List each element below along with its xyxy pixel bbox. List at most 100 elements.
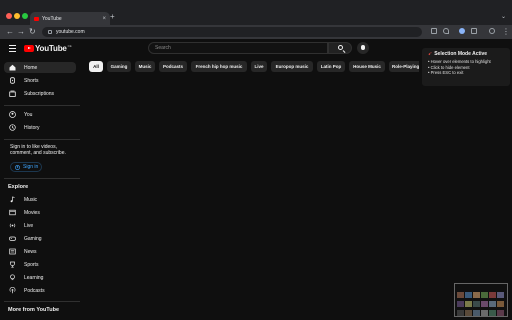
more-from-youtube-heading: More from YouTube: [8, 307, 60, 313]
news-icon: [9, 248, 16, 255]
screenshot-thumbnail[interactable]: [454, 283, 508, 317]
sidebar-item-label: Learning: [24, 274, 44, 281]
podcasts-icon: [9, 287, 16, 294]
chip-house-music[interactable]: House Music: [349, 61, 385, 72]
explore-heading: Explore: [8, 184, 29, 190]
browser-menu-icon[interactable]: ⋮: [502, 26, 510, 38]
sidebar-item-label: Subscriptions: [24, 90, 55, 97]
guide-menu-icon[interactable]: [9, 45, 16, 52]
sidebar-item-learning[interactable]: Learning: [4, 272, 76, 283]
sidebar-item-label: Sports: [24, 261, 39, 268]
sidebar-item-label: You: [24, 111, 33, 118]
sidebar-item-movies[interactable]: Movies: [4, 207, 76, 218]
site-info-icon[interactable]: [48, 30, 52, 34]
sidebar-item-music[interactable]: Music: [4, 194, 76, 205]
sidebar-divider: [4, 105, 80, 106]
tab-title: YouTube: [42, 15, 62, 22]
category-chips: All Gaming Music Podcasts French hip hop…: [89, 61, 419, 73]
chip-french-hip-hop-music[interactable]: French hip hop music: [191, 61, 247, 72]
address-bar[interactable]: youtube.com: [42, 27, 422, 37]
sidebar-divider: [4, 301, 80, 302]
signin-button[interactable]: Sign in: [10, 162, 42, 172]
tab-search-icon[interactable]: ⌄: [501, 13, 506, 20]
movies-icon: [9, 209, 16, 216]
shorts-icon: [9, 77, 16, 84]
you-icon: [9, 111, 16, 118]
extensions-puzzle-icon[interactable]: [471, 28, 477, 34]
extension-icon[interactable]: [459, 28, 465, 34]
chip-role-playing-games[interactable]: Role-Playing Games: [389, 61, 419, 72]
sidebar-item-history[interactable]: History: [4, 122, 76, 133]
chip-gaming[interactable]: Gaming: [107, 61, 131, 72]
cast-icon[interactable]: [431, 28, 437, 34]
sidebar-item-label: Movies: [24, 209, 40, 216]
sidebar-item-gaming[interactable]: Gaming: [4, 233, 76, 244]
youtube-favicon-icon: [34, 16, 39, 21]
chip-all[interactable]: All: [89, 61, 103, 72]
sidebar-item-label: Shorts: [24, 77, 39, 84]
sidebar-item-news[interactable]: News: [4, 246, 76, 257]
search-icon: [338, 45, 343, 50]
selection-mode-title: ➹ Selection Mode Active: [428, 51, 504, 57]
tab-close-icon[interactable]: ×: [102, 16, 106, 22]
minimize-window-button[interactable]: [14, 13, 20, 19]
sidebar-item-subscriptions[interactable]: Subscriptions: [4, 88, 76, 99]
sidebar-divider: [4, 139, 80, 140]
selection-mode-title-text: Selection Mode Active: [434, 51, 488, 57]
bookmark-star-icon[interactable]: [443, 28, 449, 34]
target-icon: ➹: [428, 51, 433, 57]
chip-podcasts[interactable]: Podcasts: [159, 61, 187, 72]
browser-toolbar: ← → ↻ youtube.com ⋮: [0, 25, 512, 39]
account-icon: [15, 164, 20, 170]
chip-music[interactable]: Music: [135, 61, 155, 72]
logo-text: YouTube: [35, 44, 67, 53]
sidebar-item-podcasts[interactable]: Podcasts: [4, 285, 76, 296]
search-button[interactable]: [328, 42, 352, 54]
new-tab-button[interactable]: +: [110, 12, 115, 22]
sidebar-item-label: Home: [24, 64, 38, 71]
sidebar-item-label: Music: [24, 196, 38, 203]
chip-europop-music[interactable]: Europop music: [271, 61, 313, 72]
youtube-logo[interactable]: YouTube DE: [24, 44, 72, 53]
sidebar-item-home[interactable]: Home: [4, 62, 76, 73]
sidebar-item-label: Podcasts: [24, 287, 45, 294]
close-window-button[interactable]: [6, 13, 12, 19]
back-button[interactable]: ←: [6, 26, 14, 38]
sidebar-item-label: News: [24, 248, 37, 255]
selection-mode-panel: ➹ Selection Mode Active • Hover over ele…: [422, 48, 510, 86]
search-placeholder: Search: [155, 45, 171, 51]
sidebar-item-you[interactable]: You: [4, 109, 76, 120]
signin-label: Sign in: [23, 164, 39, 170]
youtube-play-icon: [24, 45, 34, 52]
sidebar: Home Shorts Subscriptions You History Si…: [0, 59, 84, 320]
history-icon: [9, 124, 16, 131]
maximize-window-button[interactable]: [22, 13, 28, 19]
chip-latin-pop[interactable]: Latin Pop: [317, 61, 345, 72]
sidebar-item-live[interactable]: Live: [4, 220, 76, 231]
sidebar-item-label: History: [24, 124, 40, 131]
reload-button[interactable]: ↻: [29, 26, 36, 38]
search-input[interactable]: Search: [148, 42, 328, 54]
address-url: youtube.com: [56, 29, 85, 35]
gaming-icon: [9, 235, 16, 242]
sidebar-item-sports[interactable]: Sports: [4, 259, 76, 270]
home-icon: [9, 64, 16, 71]
subscriptions-icon: [9, 90, 16, 97]
sidebar-item-label: Live: [24, 222, 34, 229]
browser-tab-strip: YouTube × + ⌄: [0, 0, 512, 25]
signin-prompt: Sign in to like videos, comment, and sub…: [10, 144, 66, 156]
live-icon: [9, 222, 16, 229]
microphone-icon: [361, 45, 365, 50]
sports-icon: [9, 261, 16, 268]
learning-icon: [9, 274, 16, 281]
profile-icon[interactable]: [489, 28, 495, 34]
instruction-line: • Press ESC to exit: [428, 70, 464, 75]
voice-search-button[interactable]: [357, 42, 369, 54]
music-icon: [9, 196, 16, 203]
country-code: DE: [67, 44, 72, 48]
sidebar-divider: [4, 178, 80, 179]
chip-live[interactable]: Live: [251, 61, 267, 72]
sidebar-item-shorts[interactable]: Shorts: [4, 75, 76, 86]
forward-button[interactable]: →: [17, 26, 25, 38]
browser-tab[interactable]: YouTube ×: [30, 12, 110, 25]
